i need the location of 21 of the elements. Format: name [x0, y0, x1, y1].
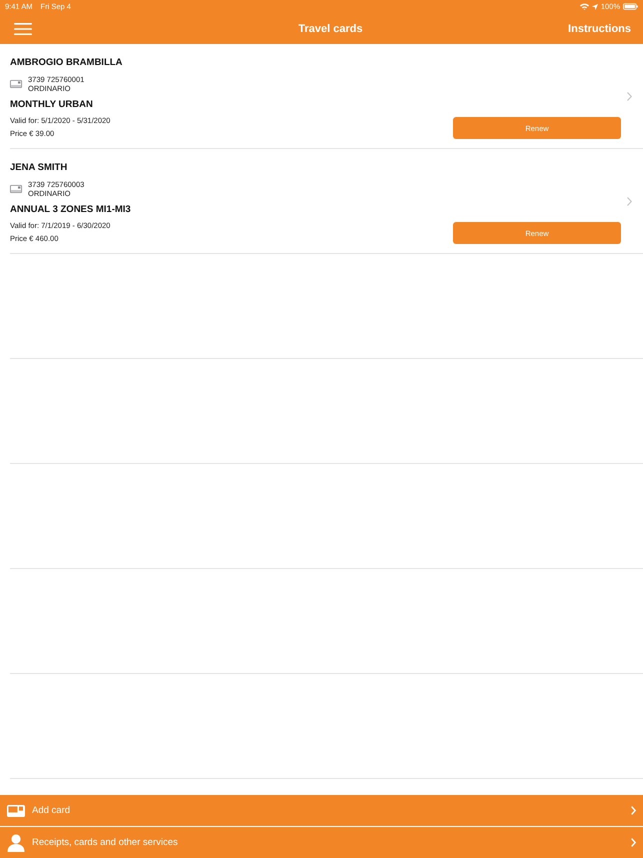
- chevron-right-icon[interactable]: [627, 197, 632, 206]
- card-holder-name: JENA SMITH: [10, 162, 68, 174]
- product-name: MONTHLY URBAN: [10, 99, 93, 111]
- battery-icon: [623, 3, 638, 10]
- wifi-icon: [580, 3, 589, 10]
- location-arrow-icon: [592, 4, 598, 10]
- card-icon: [10, 80, 22, 88]
- instructions-link[interactable]: Instructions: [568, 22, 631, 34]
- person-icon: [7, 834, 25, 852]
- menu-button[interactable]: [13, 22, 33, 36]
- card-icon: [7, 804, 25, 816]
- chevron-right-icon[interactable]: [627, 92, 632, 101]
- bottom-action-button[interactable]: Add card: [0, 795, 643, 826]
- product-name: ANNUAL 3 ZONES MI1-MI3: [10, 204, 131, 216]
- chevron-right-icon: [631, 838, 636, 847]
- bottom-action-button[interactable]: Receipts, cards and other services: [0, 827, 643, 858]
- menu-icon: [14, 22, 32, 34]
- card-icon: [10, 185, 22, 193]
- card-holder-name: AMBROGIO BRAMBILLA: [10, 57, 122, 69]
- chevron-right-icon: [631, 806, 636, 815]
- screen-title: Travel cards: [297, 22, 364, 34]
